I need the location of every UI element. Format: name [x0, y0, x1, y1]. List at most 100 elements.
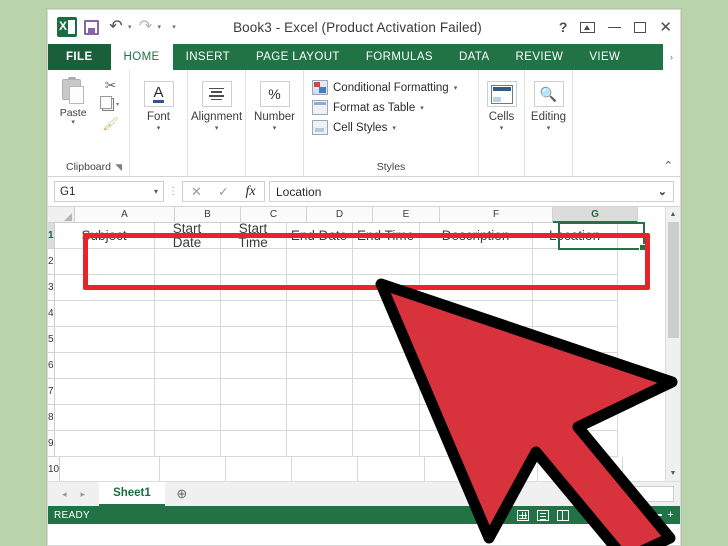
header-cell-E1[interactable]: End Time: [352, 223, 420, 249]
cell-G3[interactable]: [532, 275, 618, 301]
cell-E8[interactable]: [352, 405, 420, 431]
conditional-formatting-button[interactable]: Conditional Formatting ▾: [312, 80, 457, 95]
normal-view-icon[interactable]: [513, 509, 533, 521]
zoom-slider[interactable]: [592, 511, 663, 519]
hscroll-left-icon[interactable]: ◄: [595, 490, 608, 498]
cell-D9[interactable]: [286, 431, 353, 457]
cell-A4[interactable]: [54, 301, 155, 327]
editing-dropdown-icon[interactable]: ▾: [547, 124, 551, 132]
cell-G4[interactable]: [532, 301, 618, 327]
font-button[interactable]: A Font ▾: [133, 74, 184, 132]
name-box[interactable]: G1 ▾: [54, 181, 164, 202]
cell-B5[interactable]: [154, 327, 221, 353]
cell-D7[interactable]: [286, 379, 353, 405]
cell-B3[interactable]: [154, 275, 221, 301]
cell-F9[interactable]: [419, 431, 533, 457]
cell-A6[interactable]: [54, 353, 155, 379]
cell-E10[interactable]: [358, 457, 426, 481]
cell-B6[interactable]: [154, 353, 221, 379]
format-as-table-button[interactable]: Format as Table ▾: [312, 100, 457, 115]
number-dropdown-icon[interactable]: ▾: [273, 124, 277, 132]
tab-file[interactable]: FILE: [48, 44, 111, 70]
cell-D3[interactable]: [286, 275, 353, 301]
redo-icon[interactable]: ↷: [135, 16, 157, 38]
cell-F2[interactable]: [419, 249, 533, 275]
header-cell-B1[interactable]: Start Date: [154, 223, 221, 249]
paste-dropdown-icon[interactable]: ▾: [71, 119, 75, 127]
cell-C4[interactable]: [220, 301, 287, 327]
formula-input[interactable]: Location ⌄: [269, 181, 674, 202]
cell-D6[interactable]: [286, 353, 353, 379]
tab-data[interactable]: DATA: [446, 44, 503, 70]
cell-F8[interactable]: [419, 405, 533, 431]
cell-A5[interactable]: [54, 327, 155, 353]
cell-F3[interactable]: [419, 275, 533, 301]
expand-formula-bar-icon[interactable]: ⌄: [658, 185, 667, 198]
cell-A10[interactable]: [60, 457, 161, 481]
cell-E2[interactable]: [352, 249, 420, 275]
name-box-dropdown-icon[interactable]: ▾: [154, 187, 158, 196]
scroll-down-icon[interactable]: ▼: [665, 466, 680, 481]
number-button[interactable]: % Number ▾: [249, 74, 300, 132]
column-header-E[interactable]: E: [373, 207, 440, 223]
scroll-up-icon[interactable]: ▲: [665, 207, 680, 222]
clipboard-dialog-launcher-icon[interactable]: ◥: [115, 162, 122, 173]
cell-D5[interactable]: [286, 327, 353, 353]
save-icon[interactable]: [80, 16, 102, 38]
cell-G5[interactable]: [532, 327, 618, 353]
cell-A8[interactable]: [54, 405, 155, 431]
cell-A2[interactable]: [54, 249, 155, 275]
alignment-dropdown-icon[interactable]: ▾: [215, 124, 219, 132]
zoom-in-icon[interactable]: +: [667, 509, 674, 521]
cell-F4[interactable]: [419, 301, 533, 327]
cell-G10[interactable]: [538, 457, 624, 481]
cell-D10[interactable]: [292, 457, 359, 481]
sheet-prev-icon[interactable]: ◂: [62, 489, 67, 500]
alignment-button[interactable]: Alignment ▾: [191, 74, 242, 132]
cell-A3[interactable]: [54, 275, 155, 301]
cell-G7[interactable]: [532, 379, 618, 405]
cell-B8[interactable]: [154, 405, 221, 431]
cell-E4[interactable]: [352, 301, 420, 327]
sheet-tab-more-icon[interactable]: ⋮: [572, 482, 594, 506]
formula-bar-more-icon[interactable]: ⋮: [168, 186, 178, 197]
horizontal-scrollbar[interactable]: ◄: [594, 486, 674, 502]
cell-A9[interactable]: [54, 431, 155, 457]
cell-styles-dropdown-icon[interactable]: ▾: [392, 124, 396, 132]
cell-G8[interactable]: [532, 405, 618, 431]
copy-dropdown-icon[interactable]: ▾: [116, 101, 119, 108]
page-break-preview-icon[interactable]: [553, 509, 573, 521]
cell-F6[interactable]: [419, 353, 533, 379]
tab-formulas[interactable]: FORMULAS: [353, 44, 446, 70]
add-sheet-icon[interactable]: ⊕: [165, 482, 199, 506]
format-as-table-dropdown-icon[interactable]: ▾: [420, 104, 424, 112]
cell-A7[interactable]: [54, 379, 155, 405]
page-layout-view-icon[interactable]: [533, 509, 553, 521]
copy-button[interactable]: ▾: [100, 96, 119, 113]
cell-C2[interactable]: [220, 249, 287, 275]
cell-C9[interactable]: [220, 431, 287, 457]
cell-D2[interactable]: [286, 249, 353, 275]
cell-B7[interactable]: [154, 379, 221, 405]
cell-G2[interactable]: [532, 249, 618, 275]
cell-E9[interactable]: [352, 431, 420, 457]
row-header-10[interactable]: 10: [48, 457, 61, 481]
cell-C7[interactable]: [220, 379, 287, 405]
cell-C3[interactable]: [220, 275, 287, 301]
tab-page-layout[interactable]: PAGE LAYOUT: [243, 44, 353, 70]
cell-E6[interactable]: [352, 353, 420, 379]
vertical-scrollbar[interactable]: ▲ ▼: [665, 207, 680, 481]
cell-B2[interactable]: [154, 249, 221, 275]
column-header-B[interactable]: B: [175, 207, 241, 223]
cell-styles-button[interactable]: Cell Styles ▾: [312, 120, 457, 135]
cell-F7[interactable]: [419, 379, 533, 405]
cell-B4[interactable]: [154, 301, 221, 327]
header-cell-A1[interactable]: Subject: [54, 223, 155, 249]
cell-G9[interactable]: [532, 431, 618, 457]
zoom-out-icon[interactable]: −: [581, 509, 588, 521]
cell-D4[interactable]: [286, 301, 353, 327]
font-dropdown-icon[interactable]: ▾: [157, 124, 161, 132]
confirm-formula-icon[interactable]: ✓: [210, 184, 237, 200]
cell-E3[interactable]: [352, 275, 420, 301]
tab-view[interactable]: VIEW: [576, 44, 633, 70]
